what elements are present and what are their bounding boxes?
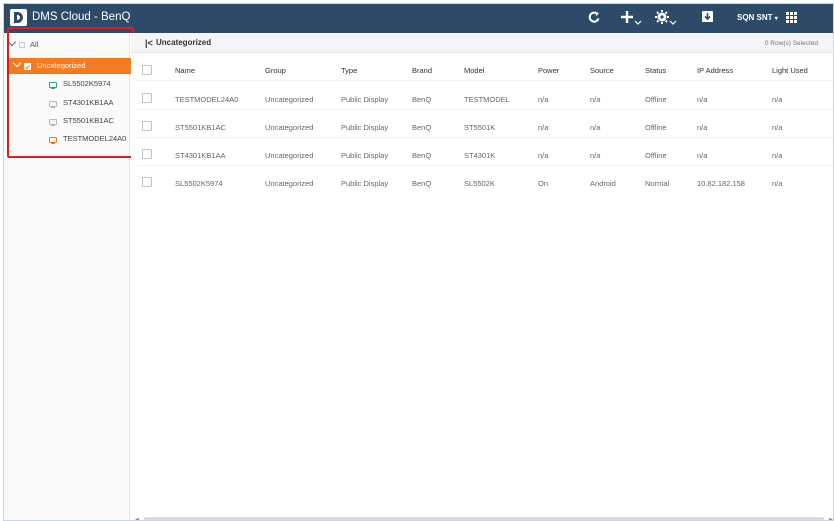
breadcrumb: Uncategorized	[156, 38, 212, 47]
scroll-left-icon[interactable]: ◀	[135, 517, 139, 520]
row-divider	[135, 80, 833, 81]
cell-model: ST4301K	[464, 151, 496, 160]
cell-brand: BenQ	[412, 95, 432, 104]
app-title: DMS Cloud - BenQ	[32, 11, 131, 23]
dms-app: DMS Cloud - BenQ SQN SNT ▾ All Uncategor…	[3, 3, 834, 521]
column-header-type[interactable]: Type	[341, 66, 357, 75]
user-name: SQN SNT	[737, 13, 773, 22]
cell-status: Offline	[645, 151, 667, 160]
cell-type: Public Display	[341, 151, 389, 160]
settings-icon[interactable]	[655, 8, 677, 30]
cell-model: ST5501K	[464, 123, 496, 132]
cell-power: n/a	[538, 151, 549, 160]
cell-group: Uncategorized	[265, 179, 314, 188]
cell-group: Uncategorized	[265, 123, 314, 132]
cell-light-used: n/a	[772, 95, 783, 104]
cell-status: Normal	[645, 179, 670, 188]
cell-power: On	[538, 179, 549, 188]
select-all-checkbox[interactable]	[142, 65, 152, 75]
benq-logo-icon[interactable]	[10, 9, 27, 26]
column-header-name[interactable]: Name	[175, 66, 195, 75]
cell-model: TESTMODEL	[464, 95, 510, 104]
column-header-model[interactable]: Model	[464, 66, 484, 75]
cell-type: Public Display	[341, 179, 389, 188]
rows-selected-count: 0 Row(s) Selected	[764, 40, 818, 47]
column-header-source[interactable]: Source	[590, 66, 614, 75]
cell-source: Android	[590, 179, 616, 188]
row-checkbox[interactable]	[142, 149, 152, 159]
cell-brand: BenQ	[412, 151, 432, 160]
cell-light-used: n/a	[772, 123, 783, 132]
refresh-icon[interactable]	[587, 10, 601, 28]
cell-name[interactable]: ST4301KB1AA	[175, 151, 225, 160]
chevron-down-icon: ▾	[774, 16, 778, 22]
cell-group: Uncategorized	[265, 95, 314, 104]
row-divider	[135, 165, 833, 166]
row-checkbox[interactable]	[142, 93, 152, 103]
cell-light-used: n/a	[772, 151, 783, 160]
cell-status: Offline	[645, 123, 667, 132]
column-header-ip-address[interactable]: IP Address	[697, 66, 733, 75]
cell-source: n/a	[590, 151, 601, 160]
column-header-status[interactable]: Status	[645, 66, 666, 75]
cell-power: n/a	[538, 95, 549, 104]
collapse-left-icon[interactable]: |<	[145, 38, 153, 48]
cell-ip-address: n/a	[697, 123, 708, 132]
cell-source: n/a	[590, 95, 601, 104]
user-menu[interactable]: SQN SNT ▾	[737, 13, 778, 22]
row-checkbox[interactable]	[142, 121, 152, 131]
cell-type: Public Display	[341, 123, 389, 132]
cell-source: n/a	[590, 123, 601, 132]
row-checkbox[interactable]	[142, 177, 152, 187]
cell-ip-address: n/a	[697, 151, 708, 160]
cell-group: Uncategorized	[265, 151, 314, 160]
cell-name[interactable]: SL5502K5974	[175, 179, 223, 188]
horizontal-scrollbar[interactable]: ◀ ▶	[131, 517, 833, 520]
cell-brand: BenQ	[412, 179, 432, 188]
cell-name[interactable]: TESTMODEL24A0	[175, 95, 238, 104]
cell-type: Public Display	[341, 95, 389, 104]
cell-status: Offline	[645, 95, 667, 104]
column-header-brand[interactable]: Brand	[412, 66, 432, 75]
column-header-power[interactable]: Power	[538, 66, 559, 75]
cell-power: n/a	[538, 123, 549, 132]
add-menu-icon[interactable]	[620, 8, 642, 30]
cell-brand: BenQ	[412, 123, 432, 132]
download-icon[interactable]	[701, 10, 714, 27]
column-header-light-used[interactable]: Light Used	[772, 66, 808, 75]
scroll-right-icon[interactable]: ▶	[829, 517, 833, 520]
list-toolbar: |< Uncategorized 0 Row(s) Selected	[131, 33, 833, 53]
cell-ip-address: n/a	[697, 95, 708, 104]
scrollbar-thumb[interactable]	[144, 517, 824, 520]
row-divider	[135, 109, 833, 110]
cell-ip-address: 10.82.182.158	[697, 179, 745, 188]
device-list-panel: |< Uncategorized 0 Row(s) Selected Name …	[131, 33, 833, 520]
highlight-annotation-box	[7, 27, 134, 158]
cell-name[interactable]: ST5501KB1AC	[175, 123, 226, 132]
cell-light-used: n/a	[772, 179, 783, 188]
column-header-group[interactable]: Group	[265, 66, 286, 75]
row-divider	[135, 137, 833, 138]
cell-model: SL5502K	[464, 179, 495, 188]
apps-grid-icon[interactable]	[786, 12, 797, 23]
